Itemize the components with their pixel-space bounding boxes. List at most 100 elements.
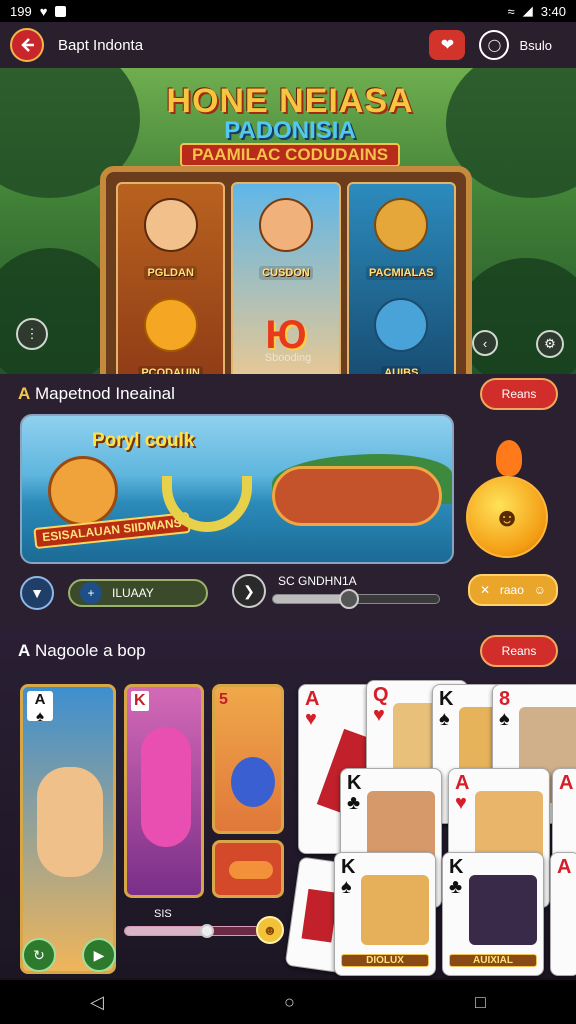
- card-corner: A: [557, 856, 572, 878]
- arrow-left-icon: [21, 38, 34, 52]
- card-corner: A ♥: [455, 772, 470, 814]
- slot-machine[interactable]: PGLDAN PCODAUIN CUSDON Ю PACMIALAS AUIBS: [100, 166, 472, 374]
- creature-image: [231, 757, 275, 807]
- more-icon: ⋮: [25, 326, 39, 341]
- shield-icon: ▼: [30, 585, 44, 601]
- info-button[interactable]: ▼: [20, 576, 54, 610]
- slider-label: SIS: [154, 908, 172, 920]
- plus-icon: +: [80, 582, 102, 604]
- card-edge[interactable]: A: [550, 852, 576, 976]
- card-carrot[interactable]: [212, 840, 284, 898]
- slider-fill: [125, 927, 206, 935]
- coin-button[interactable]: ☻: [256, 916, 284, 944]
- logo-line1: HONE NEIASA: [166, 82, 414, 120]
- character-image: [141, 727, 191, 847]
- notification-icon: [55, 5, 67, 17]
- close-icon: ✕: [480, 583, 491, 597]
- signal-icon: ◢: [522, 3, 533, 18]
- heart-icon: ❤: [440, 37, 455, 54]
- carrot-icon: [229, 861, 273, 879]
- nav-recent-button[interactable]: □: [475, 992, 486, 1013]
- progress-slider[interactable]: [272, 589, 440, 609]
- card-corner: A ♠: [27, 691, 53, 725]
- card-label: AUIXIAL: [449, 954, 537, 967]
- symbol-label: PCODAUIN: [138, 366, 203, 374]
- reel-symbol: PGLDAN: [124, 190, 217, 284]
- card-corner: Q ♥: [373, 684, 389, 726]
- card-corner: K ♠: [439, 688, 454, 730]
- heart-suit: [301, 888, 339, 943]
- reel-symbol: CUSDON: [239, 190, 332, 284]
- refresh-icon: ↻: [33, 946, 45, 963]
- smile-icon: ☺: [533, 583, 546, 597]
- reans-button[interactable]: Reans: [480, 378, 558, 410]
- hero-banner[interactable]: HONE NEIASA PADONISIA PAAMILAC CODUDAINS…: [0, 68, 576, 374]
- back-button[interactable]: [10, 28, 44, 62]
- card-corner: K: [131, 691, 149, 711]
- fishing-game-card[interactable]: Poryl coulk ESISALAUAN SIIDMANS: [20, 414, 454, 564]
- symbol-label: CUSDON: [259, 266, 313, 280]
- flame-icon: [496, 440, 522, 476]
- reel-3: PACMIALAS AUIBS: [346, 182, 456, 374]
- gear-icon: ⚙: [544, 336, 556, 351]
- system-nav-bar: ◁ ○ □: [0, 980, 576, 1024]
- slider-fill: [273, 595, 348, 603]
- slider-knob[interactable]: [338, 589, 359, 609]
- character-image: [37, 767, 103, 877]
- slider-knob[interactable]: [199, 924, 214, 938]
- smile-icon: ☻: [262, 922, 278, 938]
- dots-button[interactable]: ⋮: [16, 318, 48, 350]
- header-label[interactable]: Bsulo: [519, 38, 552, 53]
- bet-chip[interactable]: + ILUAAY: [68, 579, 208, 607]
- play-button[interactable]: ❯: [232, 574, 266, 608]
- logo-line3: PAAMILAC CODUDAINS: [179, 143, 401, 167]
- emoji-button-label: raao: [499, 583, 524, 597]
- fishing-controls: ▼ + ILUAAY ❯ SC GNDHN1A ✕ raao ☺: [0, 570, 576, 616]
- wifi-icon: ≈: [507, 3, 515, 19]
- title-text: Mapetnod Ineainal: [35, 384, 175, 403]
- reel-1: PGLDAN PCODAUIN: [116, 182, 226, 374]
- dragon-image: [272, 466, 442, 526]
- reel-2: CUSDON Ю: [231, 182, 341, 374]
- card-king[interactable]: K: [124, 684, 204, 898]
- reans-button[interactable]: Reans: [480, 635, 558, 667]
- card-five[interactable]: 5: [212, 684, 284, 834]
- status-time: 199: [10, 3, 32, 19]
- card-k-gold[interactable]: K ♠ DIOLUX: [334, 852, 436, 976]
- user-icon: ◯: [487, 38, 502, 52]
- gift-button[interactable]: ❤: [429, 30, 466, 60]
- title-text: Nagoole a bop: [35, 641, 146, 660]
- chevron-right-icon: ❯: [243, 582, 255, 599]
- symbol-label: AUIBS: [381, 366, 422, 374]
- profile-button[interactable]: ◯: [479, 30, 510, 60]
- play-icon: ▶: [93, 946, 105, 963]
- card-corner: K ♠: [341, 856, 356, 898]
- card-k-dark[interactable]: K ♣ AUIXIAL: [442, 852, 544, 976]
- nav-back-button[interactable]: ◁: [90, 992, 104, 1013]
- reel-symbol: PACMIALAS: [355, 190, 448, 284]
- game-badge: ESISALAUAN SIIDMANS: [33, 511, 191, 550]
- smiley-emoji-icon: ☻: [466, 476, 548, 558]
- page-title: Bapt Indonta: [58, 36, 144, 54]
- card-ace-spades[interactable]: A ♠: [20, 684, 116, 974]
- title-prefix: A: [18, 641, 31, 660]
- card-label: DIOLUX: [341, 954, 429, 967]
- cards-slider[interactable]: [124, 924, 260, 938]
- card-corner: 5: [219, 691, 228, 708]
- card-corner: K ♣: [347, 772, 362, 814]
- play-button[interactable]: ▶: [82, 938, 116, 972]
- cat-icon: ♥: [39, 3, 48, 19]
- slider-label: SC GNDHN1A: [278, 574, 357, 588]
- emoji-action-button[interactable]: ✕ raao ☺: [468, 574, 558, 606]
- card-corner: A ♥: [305, 688, 320, 730]
- status-bar: 199 ♥ ≈ ◢ 3:40: [0, 0, 576, 22]
- symbol-label: PACMIALAS: [366, 266, 437, 280]
- section-title: A Nagoole a bop: [18, 641, 146, 661]
- portrait-image: [469, 875, 537, 945]
- nav-home-button[interactable]: ○: [284, 992, 295, 1013]
- swap-button[interactable]: ↻: [22, 938, 56, 972]
- title-prefix: A: [18, 384, 31, 403]
- symbol-label: PGLDAN: [144, 266, 197, 280]
- chevron-left-icon: ‹: [482, 335, 488, 351]
- portrait-image: [361, 875, 429, 945]
